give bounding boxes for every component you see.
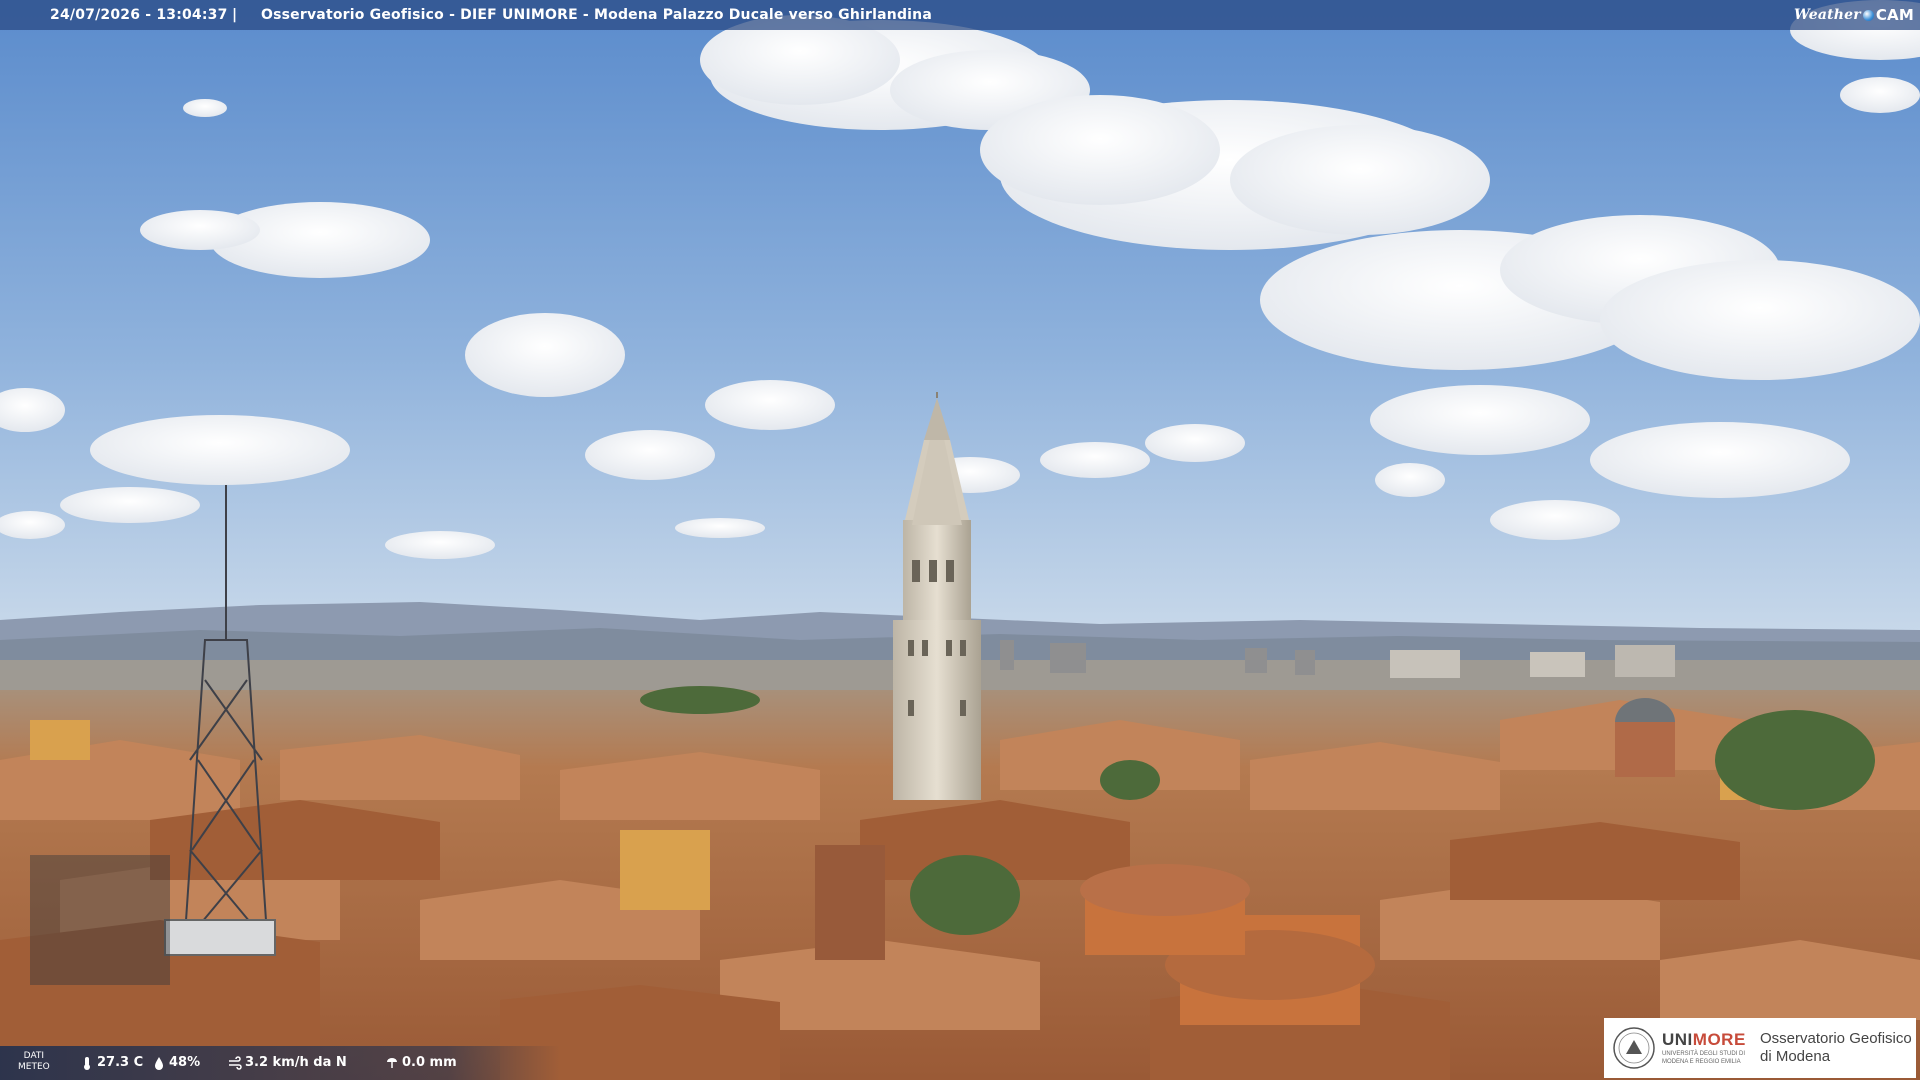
foreground-roof: [30, 855, 170, 985]
rain-value: 0.0 mm: [402, 1055, 457, 1070]
unimore-logo-box: UNIMORE UNIVERSITÀ DEGLI STUDI DI MODENA…: [1604, 1018, 1916, 1078]
university-sub-line2: MODENA E REGGIO EMILIA: [1662, 1059, 1741, 1065]
university-seal-icon: [1613, 1027, 1655, 1069]
brand-cam: CAM: [1875, 6, 1914, 24]
university-sub-line1: UNIVERSITÀ DEGLI STUDI DI: [1662, 1051, 1746, 1057]
observatory-line2: di Modena: [1760, 1048, 1831, 1065]
humidity-icon: [155, 1056, 163, 1070]
brand-weather: Weather: [1793, 7, 1861, 23]
label-line1: DATI: [23, 1051, 45, 1061]
weathercam-logo: Weather CAM: [1786, 0, 1920, 30]
webcam-scene: [0, 0, 1920, 1080]
timestamp: 24/07/2026 - 13:04:37: [50, 7, 228, 23]
temperature-value: 27.3 C: [97, 1055, 144, 1070]
label-line2: METEO: [18, 1062, 50, 1072]
wind-value: 3.2 km/h da N: [245, 1055, 347, 1070]
thermometer-icon: [84, 1056, 90, 1070]
temperature-reading: 27.3 C: [80, 1055, 143, 1070]
weather-data-bar: DATI METEO 27.3 C 48% 3.2 km/h da N 0.0 …: [0, 1046, 560, 1080]
rain-reading: 0.0 mm: [385, 1055, 457, 1070]
wordmark-prefix: UNI: [1662, 1030, 1693, 1049]
observatory-line1: Osservatorio Geofisico: [1760, 1030, 1912, 1047]
camera-title: Osservatorio Geofisico - DIEF UNIMORE - …: [261, 7, 932, 23]
unimore-wordmark: UNIMORE: [1662, 1030, 1752, 1050]
wordmark-accent: MORE: [1692, 1030, 1746, 1049]
top-info-bar: 24/07/2026 - 13:04:37 | Osservatorio Geo…: [0, 0, 1920, 30]
observatory-name: Osservatorio Geofisico di Modena: [1760, 1030, 1912, 1066]
university-name: UNIMORE UNIVERSITÀ DEGLI STUDI DI MODENA…: [1662, 1030, 1752, 1066]
rain-gauge-icon: [387, 1057, 397, 1068]
humidity-value: 48%: [169, 1055, 201, 1070]
wind-icon: [229, 1055, 242, 1070]
separator: |: [232, 7, 238, 23]
wind-reading: 3.2 km/h da N: [228, 1055, 347, 1070]
globe-icon: [1862, 9, 1874, 21]
brick-tower: [815, 845, 885, 960]
weather-data-label: DATI METEO: [18, 1051, 50, 1073]
humidity-reading: 48%: [152, 1055, 200, 1070]
